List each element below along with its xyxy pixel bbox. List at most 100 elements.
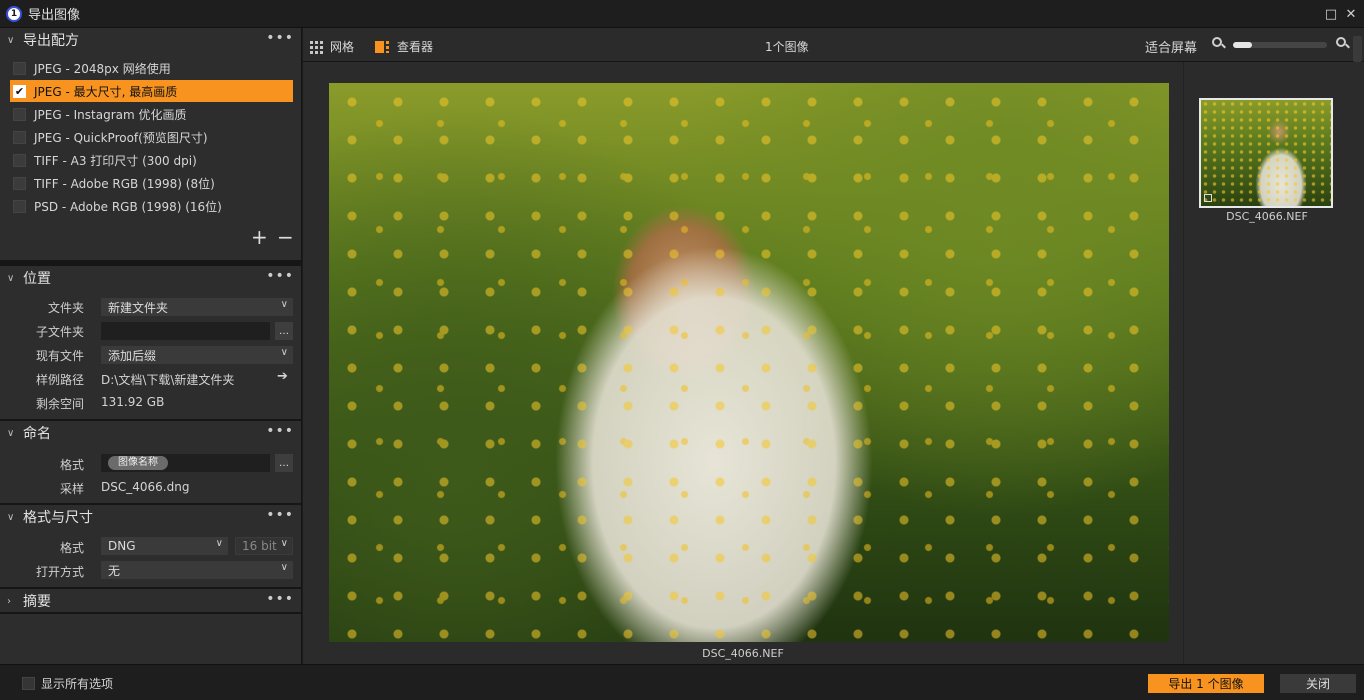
recipe-label: JPEG - QuickProof(预览图尺寸) <box>34 130 208 145</box>
subfolder-browse-button[interactable]: … <box>275 322 293 340</box>
section-title-format-size: 格式与尺寸 <box>23 510 93 526</box>
add-recipe-button[interactable]: + <box>251 227 268 247</box>
title-bar: 1 导出图像 □ ✕ <box>0 0 1364 28</box>
recipe-item[interactable]: PSD - Adobe RGB (1998) (16位) <box>10 195 293 217</box>
more-dots-icon[interactable]: ••• <box>266 30 294 46</box>
image-viewer: DSC_4066.NEF <box>303 62 1183 664</box>
free-space-label: 剩余空间 <box>35 397 84 411</box>
section-header-location[interactable]: ∨ 位置 ••• <box>0 266 302 290</box>
show-all-checkbox[interactable] <box>22 677 35 690</box>
recipe-checkbox[interactable] <box>13 107 26 121</box>
zoom-out-icon[interactable] <box>1212 37 1226 51</box>
thumbnail-filename: DSC_4066.NEF <box>1226 210 1308 223</box>
open-with-value: 无 <box>108 563 121 578</box>
recipe-label: TIFF - Adobe RGB (1998) (8位) <box>34 176 215 191</box>
bit-depth-value: 16 bit <box>242 539 277 553</box>
recipe-item-selected[interactable]: ✔ JPEG - 最大尺寸, 最高画质 <box>10 80 293 102</box>
recipe-item[interactable]: TIFF - A3 打印尺寸 (300 dpi) <box>10 149 293 171</box>
app-logo-icon: 1 <box>6 5 22 22</box>
recipe-item[interactable]: JPEG - Instagram 优化画质 <box>10 103 293 125</box>
show-all-label: 显示所有选项 <box>41 677 114 691</box>
bottom-bar: 显示所有选项 导出 1 个图像 关闭 <box>0 664 1364 700</box>
fit-screen-button[interactable]: 适合屏幕 <box>1145 37 1197 56</box>
show-all-options-toggle[interactable]: 显示所有选项 <box>22 675 113 692</box>
grid-view-button[interactable]: 网格 <box>310 38 354 55</box>
preview-filename: DSC_4066.NEF <box>702 647 784 660</box>
close-button[interactable]: 关闭 <box>1280 674 1356 693</box>
bit-depth-select[interactable]: 16 bit ∨ <box>235 537 293 555</box>
folder-select[interactable]: 新建文件夹 ∨ <box>101 298 293 316</box>
recipe-checkbox[interactable] <box>13 61 26 75</box>
scrollbar[interactable] <box>1353 36 1362 62</box>
image-count: 1个图像 <box>765 40 809 54</box>
file-format-value: DNG <box>108 539 136 553</box>
naming-sample-value: DSC_4066.dng <box>101 480 190 494</box>
recipe-item[interactable]: TIFF - Adobe RGB (1998) (8位) <box>10 172 293 194</box>
chevron-down-icon: ∨ <box>280 299 288 310</box>
more-dots-icon[interactable]: ••• <box>266 507 294 523</box>
thumbnail[interactable] <box>1199 98 1333 208</box>
remove-recipe-button[interactable]: − <box>277 227 294 247</box>
chevron-down-icon: ∨ <box>215 538 223 549</box>
section-title-recipes: 导出配方 <box>23 33 79 49</box>
naming-format-input[interactable]: 图像名称 <box>101 454 270 472</box>
naming-token[interactable]: 图像名称 <box>108 456 168 470</box>
app-logo-text: 1 <box>10 8 18 19</box>
subfolder-input[interactable] <box>101 322 270 340</box>
open-with-select[interactable]: 无 ∨ <box>101 561 293 579</box>
zoom-slider[interactable] <box>1233 42 1327 48</box>
sample-path-label: 样例路径 <box>35 373 84 387</box>
arrow-right-icon[interactable]: ➔ <box>277 369 288 384</box>
export-button[interactable]: 导出 1 个图像 <box>1148 674 1264 693</box>
viewer-mode-button[interactable]: 查看器 <box>375 38 433 55</box>
section-title-naming: 命名 <box>23 426 51 442</box>
section-header-format-size[interactable]: ∨ 格式与尺寸 ••• <box>0 505 302 529</box>
recipe-checkbox[interactable] <box>13 199 26 213</box>
section-title-location: 位置 <box>23 271 51 287</box>
more-dots-icon[interactable]: ••• <box>266 423 294 439</box>
more-dots-icon[interactable]: ••• <box>266 591 294 607</box>
recipe-item[interactable]: JPEG - 2048px 网络使用 <box>10 57 293 79</box>
window-title: 导出图像 <box>28 8 81 23</box>
naming-browse-button[interactable]: … <box>275 454 293 472</box>
recipe-label: JPEG - 2048px 网络使用 <box>34 61 171 76</box>
section-divider <box>0 612 302 614</box>
grid-label: 网格 <box>330 40 355 54</box>
open-with-label: 打开方式 <box>35 565 84 579</box>
recipe-checkbox-checked[interactable]: ✔ <box>13 84 26 98</box>
chevron-down-icon: ∨ <box>280 347 288 358</box>
recipe-checkbox[interactable] <box>13 130 26 144</box>
subfolder-label: 子文件夹 <box>35 325 84 339</box>
naming-format-label: 格式 <box>59 458 84 472</box>
recipe-label: PSD - Adobe RGB (1998) (16位) <box>34 199 222 214</box>
chevron-down-icon: ∨ <box>280 562 288 573</box>
chevron-down-icon: ∨ <box>280 538 288 549</box>
chevron-right-icon: › <box>7 595 11 607</box>
preview-image <box>329 83 1169 642</box>
file-format-label: 格式 <box>59 541 84 555</box>
folder-value: 新建文件夹 <box>108 300 169 315</box>
file-format-select[interactable]: DNG ∨ <box>101 537 228 555</box>
maximize-icon[interactable]: □ <box>1322 5 1340 23</box>
zoom-in-icon[interactable] <box>1336 37 1350 51</box>
recipe-label: JPEG - Instagram 优化画质 <box>34 107 187 122</box>
existing-files-select[interactable]: 添加后缀 ∨ <box>101 346 293 364</box>
viewer-label: 查看器 <box>397 40 434 54</box>
more-dots-icon[interactable]: ••• <box>266 268 294 284</box>
recipe-item[interactable]: JPEG - QuickProof(预览图尺寸) <box>10 126 293 148</box>
zoom-slider-thumb[interactable] <box>1233 42 1252 48</box>
section-header-naming[interactable]: ∨ 命名 ••• <box>0 421 302 445</box>
recipe-checkbox[interactable] <box>13 153 26 167</box>
existing-files-label: 现有文件 <box>35 349 84 363</box>
thumbnail-checkbox[interactable] <box>1204 194 1212 202</box>
chevron-down-icon: ∨ <box>7 34 15 46</box>
section-header-summary[interactable]: › 摘要 ••• <box>0 589 302 613</box>
recipe-checkbox[interactable] <box>13 176 26 190</box>
section-header-recipes[interactable]: ∨ 导出配方 ••• <box>0 28 302 52</box>
recipe-label: JPEG - 最大尺寸, 最高画质 <box>34 84 178 99</box>
thumbnail-pane: DSC_4066.NEF <box>1183 62 1364 664</box>
close-window-icon[interactable]: ✕ <box>1342 5 1360 23</box>
grid-icon <box>310 40 324 54</box>
chevron-down-icon: ∨ <box>7 427 15 439</box>
viewer-toolbar: 网格 查看器 1个图像 适合屏幕 <box>303 28 1364 62</box>
